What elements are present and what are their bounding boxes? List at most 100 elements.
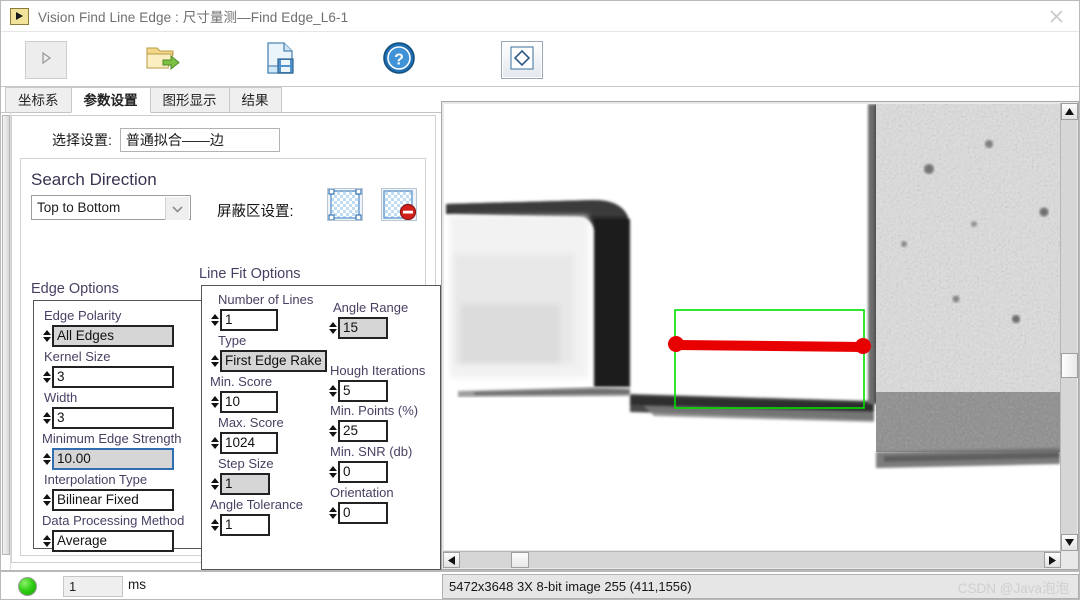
image-info-status: 5472x3648 3X 8-bit image 255 (411,1556) — [442, 574, 1079, 599]
width-value[interactable]: 3 — [52, 407, 174, 429]
interpolation-type-value[interactable]: Bilinear Fixed — [52, 489, 174, 511]
stepper-arrows-icon[interactable] — [42, 448, 51, 470]
minimum-edge-strength-stepper[interactable]: 10.00 — [42, 448, 174, 470]
tab-graphic-display[interactable]: 图形显示 — [149, 87, 230, 113]
stepper-arrows-icon[interactable] — [328, 461, 337, 483]
hough-iterations-value[interactable]: 5 — [338, 380, 388, 402]
image-canvas[interactable] — [444, 104, 1060, 550]
scrollbar-thumb[interactable] — [2, 115, 10, 555]
stepper-arrows-icon[interactable] — [210, 309, 219, 331]
stepper-arrows-icon[interactable] — [210, 432, 219, 454]
number-of-lines-value[interactable]: 1 — [220, 309, 278, 331]
viewer-horizontal-scrollbar[interactable] — [443, 551, 1061, 568]
viewer-vertical-scrollbar[interactable] — [1060, 103, 1078, 551]
execution-time-unit: ms — [128, 577, 146, 592]
scrollbar-thumb[interactable] — [511, 552, 529, 568]
shape-button[interactable] — [501, 41, 543, 79]
tab-results[interactable]: 结果 — [228, 87, 282, 113]
angle-tolerance-value[interactable]: 1 — [220, 514, 270, 536]
stepper-arrows-icon[interactable] — [210, 350, 219, 372]
triangle-left-icon[interactable] — [443, 552, 460, 568]
minimum-edge-strength-value[interactable]: 10.00 — [52, 448, 174, 470]
stepper-arrows-icon[interactable] — [42, 366, 51, 388]
tab-label: 结果 — [241, 93, 269, 108]
hough-iterations-stepper[interactable]: 5 — [328, 380, 388, 402]
angle-range-label: Angle Range — [333, 300, 409, 315]
stepper-arrows-icon[interactable] — [42, 407, 51, 429]
type-stepper[interactable]: First Edge Rake — [210, 350, 327, 372]
line-endpoint-end[interactable] — [855, 338, 871, 354]
triangle-down-icon[interactable] — [1061, 534, 1078, 551]
data-processing-method-stepper[interactable]: Average — [42, 530, 174, 552]
select-setting-label: 选择设置: — [52, 131, 112, 148]
tab-label: 坐标系 — [18, 93, 59, 108]
min-snr-value[interactable]: 0 — [338, 461, 388, 483]
tab-parameter-settings[interactable]: 参数设置 — [70, 87, 151, 113]
stepper-arrows-icon[interactable] — [42, 325, 51, 347]
stepper-arrows-icon[interactable] — [42, 530, 51, 552]
application-window: Vision Find Line Edge : 尺寸量测—Find Edge_L… — [0, 0, 1080, 600]
triangle-up-icon[interactable] — [1061, 103, 1078, 120]
kernel-size-stepper[interactable]: 3 — [42, 366, 174, 388]
orientation-value[interactable]: 0 — [338, 502, 388, 524]
open-button[interactable] — [142, 41, 184, 79]
help-button[interactable]: ? — [378, 41, 420, 79]
orientation-stepper[interactable]: 0 — [328, 502, 388, 524]
angle-tolerance-stepper[interactable]: 1 — [210, 514, 270, 536]
stepper-arrows-icon[interactable] — [328, 380, 337, 402]
tab-label: 参数设置 — [83, 93, 138, 108]
min-score-stepper[interactable]: 10 — [210, 391, 278, 413]
edge-polarity-value[interactable]: All Edges — [52, 325, 174, 347]
scrollbar-thumb[interactable] — [1061, 353, 1078, 378]
min-points-stepper[interactable]: 25 — [328, 420, 388, 442]
mask-region-add-icon[interactable] — [327, 188, 363, 221]
select-setting-input[interactable]: 普通拟合——边 — [119, 127, 280, 152]
min-points-value[interactable]: 25 — [338, 420, 388, 442]
stepper-arrows-icon[interactable] — [210, 473, 219, 495]
save-button[interactable] — [260, 41, 302, 79]
execution-time-field[interactable]: 1 — [63, 576, 123, 597]
line-endpoint-start[interactable] — [668, 336, 684, 352]
fitted-line — [675, 340, 864, 352]
max-score-value[interactable]: 1024 — [220, 432, 278, 454]
diamond-icon — [509, 45, 535, 76]
kernel-size-value[interactable]: 3 — [52, 366, 174, 388]
angle-range-value[interactable]: 15 — [338, 317, 388, 339]
play-triangle-icon — [10, 7, 29, 25]
min-snr-label: Min. SNR (db) — [330, 444, 413, 459]
number-of-lines-stepper[interactable]: 1 — [210, 309, 278, 331]
close-icon[interactable] — [1034, 1, 1079, 31]
line-fit-options-title: Line Fit Options — [199, 266, 301, 282]
data-processing-method-label: Data Processing Method — [42, 513, 185, 528]
width-stepper[interactable]: 3 — [42, 407, 174, 429]
min-snr-stepper[interactable]: 0 — [328, 461, 388, 483]
status-led-green — [18, 577, 37, 596]
search-direction-value: Top to Bottom — [37, 200, 121, 215]
stepper-arrows-icon[interactable] — [210, 391, 219, 413]
tab-coordinate-system[interactable]: 坐标系 — [5, 87, 72, 113]
angle-range-stepper[interactable]: 15 — [328, 317, 388, 339]
mask-region-remove-icon[interactable] — [381, 188, 417, 221]
stepper-arrows-icon[interactable] — [210, 514, 219, 536]
search-direction-select[interactable]: Top to Bottom — [31, 195, 191, 220]
stepper-arrows-icon[interactable] — [328, 420, 337, 442]
type-value[interactable]: First Edge Rake — [220, 350, 327, 372]
edge-options-title: Edge Options — [31, 281, 119, 297]
angle-tolerance-label: Angle Tolerance — [210, 497, 303, 512]
type-label: Type — [218, 333, 247, 348]
max-score-stepper[interactable]: 1024 — [210, 432, 278, 454]
edge-polarity-label: Edge Polarity — [44, 308, 122, 323]
edge-polarity-stepper[interactable]: All Edges — [42, 325, 174, 347]
image-viewer[interactable] — [441, 101, 1079, 570]
triangle-right-icon[interactable] — [1044, 552, 1061, 568]
panel-vertical-scrollbar[interactable] — [1, 113, 11, 570]
interpolation-type-stepper[interactable]: Bilinear Fixed — [42, 489, 174, 511]
data-processing-method-value[interactable]: Average — [52, 530, 174, 552]
stepper-arrows-icon[interactable] — [328, 317, 337, 339]
stepper-arrows-icon[interactable] — [328, 502, 337, 524]
min-score-value[interactable]: 10 — [220, 391, 278, 413]
run-button[interactable] — [25, 41, 67, 79]
step-size-value[interactable]: 1 — [220, 473, 270, 495]
stepper-arrows-icon[interactable] — [42, 489, 51, 511]
step-size-stepper[interactable]: 1 — [210, 473, 270, 495]
